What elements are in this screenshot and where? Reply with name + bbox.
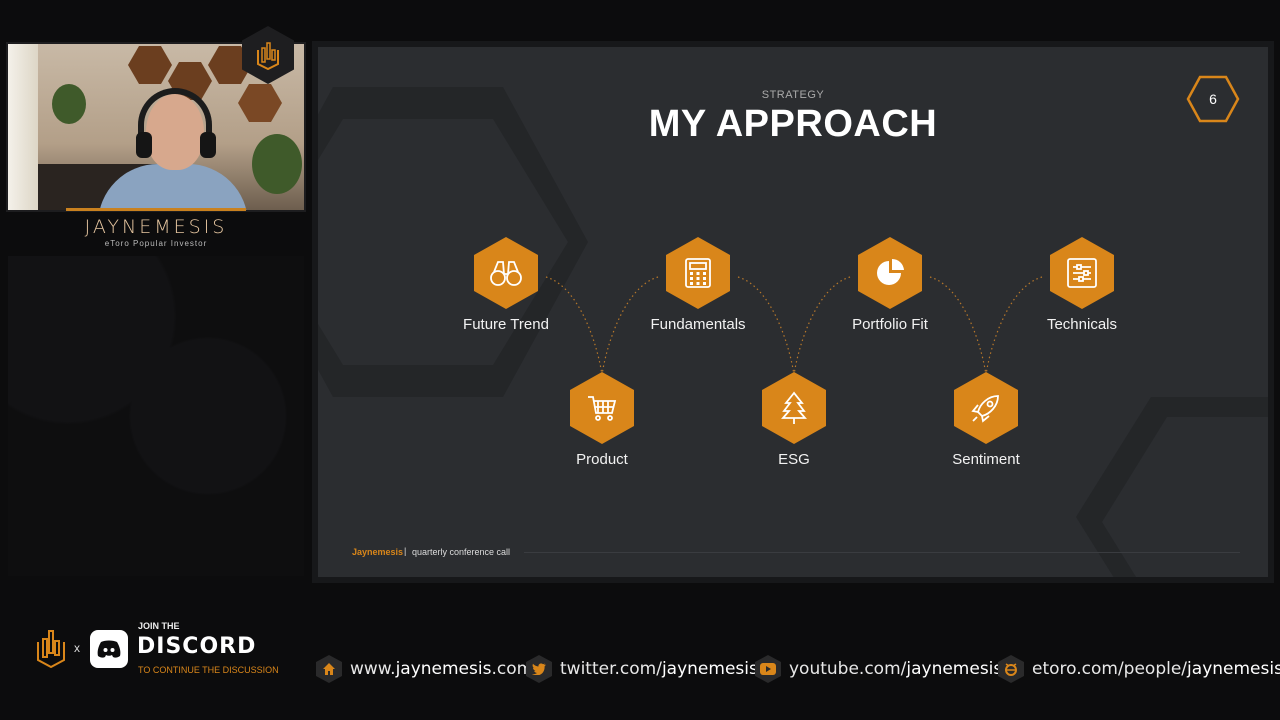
node-technicals: Technicals [1002,237,1162,333]
youtube-icon [755,655,781,683]
link-prefix: www. [350,659,396,679]
home-icon [316,655,342,683]
node-sentiment: Sentiment [906,372,1066,468]
node-label: Portfolio Fit [852,316,928,333]
node-label: Product [576,451,628,468]
shopping-cart-icon [570,372,634,444]
twitter-link[interactable]: twitter.com/jaynemesis [526,655,758,683]
binoculars-icon [474,237,538,309]
left-panel-background [8,256,304,576]
slide-footer-brand: Jaynemesis [352,547,404,557]
node-label: Fundamentals [650,316,746,333]
youtube-link[interactable]: youtube.com/jaynemesis [755,655,1002,683]
node-label: Future Trend [463,316,549,333]
rocket-icon [954,372,1018,444]
node-label: Technicals [1046,316,1118,333]
link-handle: jaynemesis [906,659,1003,679]
webcam-accent-bar [66,208,246,211]
streamer-subtitle: eToro Popular Investor [104,239,208,248]
node-esg: ESG [714,372,874,468]
twitter-icon [526,655,552,683]
tree-icon [762,372,826,444]
discord-icon[interactable] [90,630,128,668]
link-handle: jaynemesis [661,659,758,679]
etoro-icon [998,655,1024,683]
link-handle: jaynemesis [1187,659,1280,679]
cross-symbol: x [74,641,80,655]
node-label: ESG [778,451,810,468]
node-product: Product [522,372,682,468]
calculator-icon [666,237,730,309]
link-prefix: twitter.com/ [560,659,662,679]
node-label: Sentiment [952,451,1020,468]
presentation-slide: STRATEGY MY APPROACH 6 Future Trend Fund… [318,47,1268,577]
etoro-link[interactable]: etoro.com/people/jaynemesis [998,655,1280,683]
slide-footer-description: quarterly conference call [412,547,511,557]
slide-footer-divider [524,552,1240,553]
link-handle: jaynemesis [395,659,492,679]
discord-wordmark[interactable]: DISCORD [137,634,256,659]
slide-footer-separator: | [404,546,407,556]
streamer-name: JAYNEMESIS [84,216,228,238]
pie-chart-icon [858,237,922,309]
node-fundamentals: Fundamentals [618,237,778,333]
join-label: JOIN THE [138,621,180,631]
link-prefix: etoro.com/people/ [1032,659,1188,679]
website-link[interactable]: www.jaynemesis.com [316,655,533,683]
node-portfolio-fit: Portfolio Fit [810,237,970,333]
node-future-trend: Future Trend [426,237,586,333]
link-prefix: youtube.com/ [789,659,907,679]
sliders-icon [1050,237,1114,309]
jaynemesis-logo [34,628,68,673]
discord-subtitle: TO CONTINUE THE DISCUSSION [138,665,279,675]
